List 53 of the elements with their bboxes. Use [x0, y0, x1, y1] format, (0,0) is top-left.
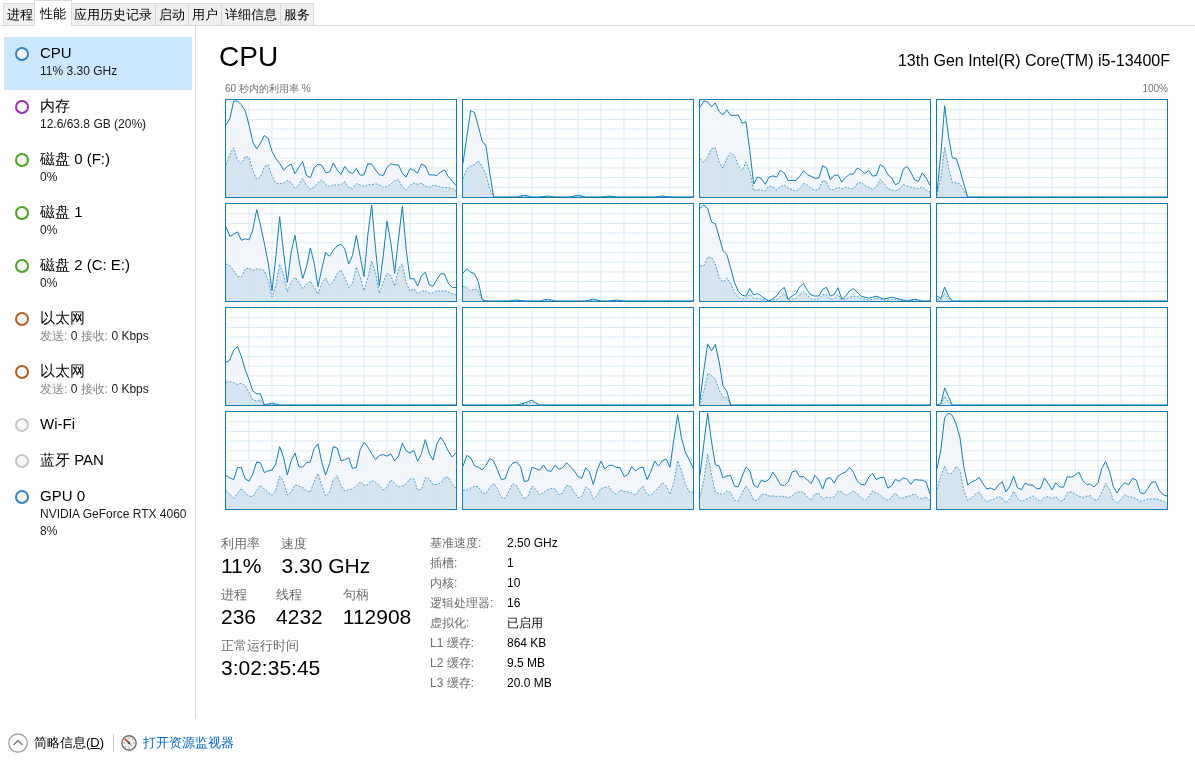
performance-list-item[interactable]: CPU 11% 3.30 GHz — [4, 37, 192, 90]
performance-list-item[interactable]: Wi-Fi — [4, 408, 192, 444]
spec-label: 逻辑处理器: — [430, 595, 495, 612]
spec-label: 插槽: — [430, 555, 459, 572]
performance-list-item[interactable]: 磁盘 1 0% — [4, 196, 192, 249]
spec-label: L2 缓存: — [430, 655, 475, 672]
processor-model: 13th Gen Intel(R) Core(TM) i5-13400F — [897, 51, 1170, 71]
spec-label: 虚拟化: — [430, 615, 471, 632]
stat-label: 利用率 — [221, 536, 261, 552]
spec-label: 内核: — [430, 575, 459, 592]
spec-value: 9.5 MB — [507, 655, 546, 672]
tab[interactable]: 进程 — [3, 3, 37, 25]
tab[interactable]: 服务 — [280, 3, 314, 25]
performance-list-item[interactable]: 以太网 发送: 0 接收: 0 Kbps — [4, 302, 192, 355]
spec-label: 基准速度: — [430, 535, 483, 552]
spec-label: L3 缓存: — [430, 675, 475, 692]
stat-label: 进程 — [221, 587, 248, 603]
tab[interactable]: 详细信息 — [221, 3, 281, 25]
performance-list-item[interactable]: GPU 0 NVIDIA GeForce RTX 4060 8% — [4, 480, 192, 550]
spec-value: 20.0 MB — [507, 675, 553, 692]
fewer-details-button[interactable]: 简略信息(D) — [8, 733, 105, 753]
stat-label: 线程 — [276, 587, 304, 603]
graph-caption: 60 秒内的利用率 % — [225, 83, 311, 95]
stat-value: 3:02:35:45 — [221, 655, 321, 681]
page-title: CPU — [219, 40, 279, 74]
gauge-icon — [121, 735, 138, 751]
tab[interactable]: 应用历史记录 — [70, 3, 156, 25]
spec-value: 1 — [507, 555, 515, 572]
stat-value: 3.30 GHz — [281, 553, 371, 579]
chevron-up-icon — [8, 733, 28, 753]
spec-value: 864 KB — [507, 635, 548, 652]
stat-value: 11% — [221, 553, 262, 579]
resource-monitor-link[interactable]: 打开资源监视器 — [121, 734, 235, 752]
performance-list-item[interactable]: 磁盘 2 (C: E:) 0% — [4, 249, 192, 302]
tab[interactable]: 用户 — [188, 3, 222, 25]
performance-list-item[interactable]: 以太网 发送: 0 接收: 0 Kbps — [4, 355, 192, 408]
stat-value: 4232 — [276, 604, 323, 630]
spec-value: 2.50 GHz — [507, 535, 558, 552]
spec-value: 10 — [507, 575, 522, 592]
graph-max-label: 100% — [1142, 83, 1168, 95]
performance-list-item[interactable]: 蓝牙 PAN — [4, 444, 192, 480]
stat-value: 236 — [221, 604, 257, 630]
tab[interactable]: 性能 — [34, 0, 72, 26]
spec-label: L1 缓存: — [430, 635, 475, 652]
spec-value: 16 — [507, 595, 522, 612]
stat-value: 112908 — [342, 604, 412, 630]
stat-label: 句柄 — [342, 587, 370, 603]
performance-list-item[interactable]: 内存 12.6/63.8 GB (20%) — [4, 90, 192, 143]
stat-label: 正常运行时间 — [221, 638, 300, 654]
stat-label: 速度 — [281, 536, 309, 552]
performance-list-item[interactable]: 磁盘 0 (F:) 0% — [4, 143, 192, 196]
tab[interactable]: 启动 — [155, 3, 189, 25]
spec-value: 已启用 — [507, 615, 544, 632]
